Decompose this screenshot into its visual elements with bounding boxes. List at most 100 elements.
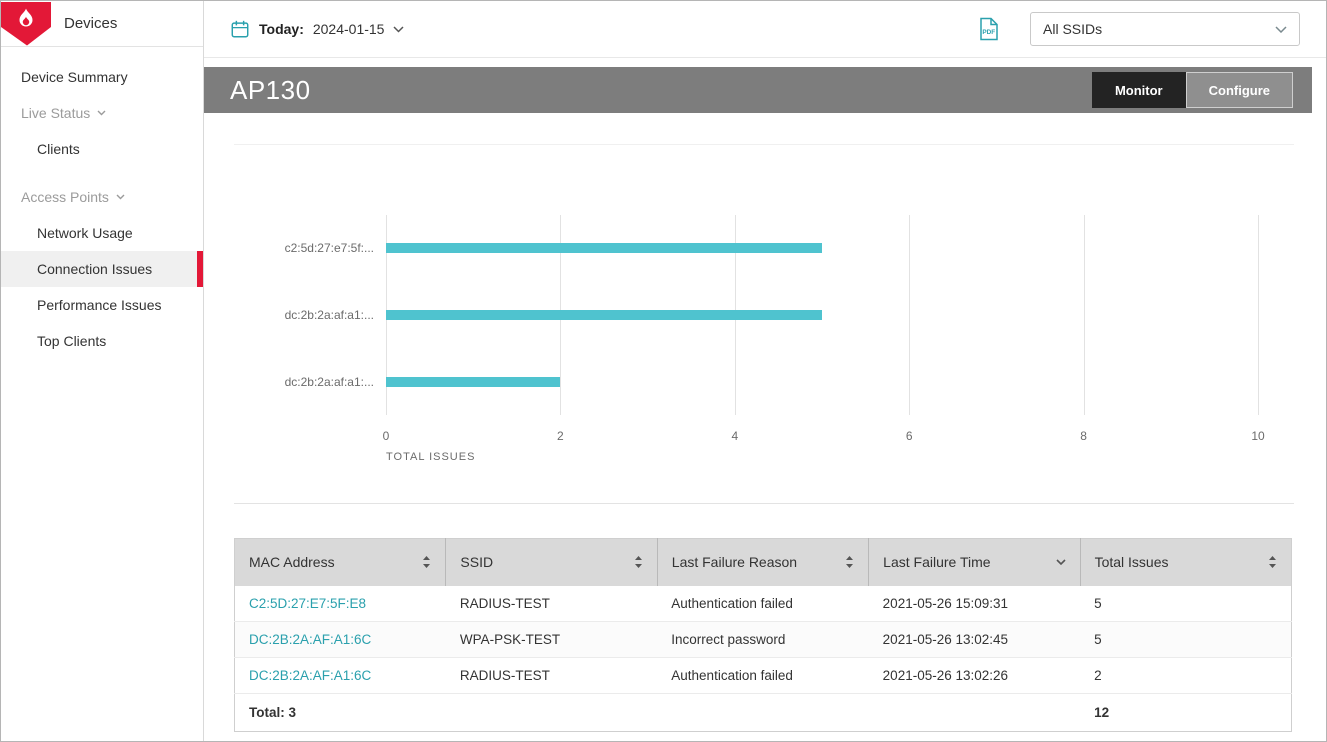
issues-sum-total: 12 bbox=[1080, 694, 1291, 732]
failure-time-cell: 2021-05-26 15:09:31 bbox=[869, 586, 1080, 622]
column-label: Last Failure Time bbox=[883, 554, 990, 570]
table-row: C2:5D:27:E7:5F:E8 RADIUS-TEST Authentica… bbox=[235, 586, 1292, 622]
table-footer-row: Total: 3 12 bbox=[235, 694, 1292, 732]
ssid-cell: RADIUS-TEST bbox=[446, 658, 657, 694]
column-label: SSID bbox=[460, 554, 493, 570]
chevron-down-icon bbox=[1275, 26, 1287, 33]
sidebar-item-top-clients[interactable]: Top Clients bbox=[1, 323, 203, 359]
brand-flame-logo bbox=[1, 2, 51, 46]
sidebar-item-label: Clients bbox=[37, 141, 80, 157]
table-header-row: MAC Address SSID Last Failure Reason bbox=[235, 539, 1292, 586]
chart-bars bbox=[386, 215, 1258, 415]
category-label: c2:5d:27:e7:5f:... bbox=[285, 241, 374, 255]
total-issues-cell: 5 bbox=[1080, 586, 1291, 622]
sidebar-section-live-status[interactable]: Live Status bbox=[1, 95, 203, 131]
x-axis-title: TOTAL ISSUES bbox=[386, 451, 1258, 463]
sidebar-section-label: Access Points bbox=[21, 187, 109, 207]
failure-reason-cell: Authentication failed bbox=[657, 586, 868, 622]
sidebar-item-label: Top Clients bbox=[37, 333, 106, 349]
chart-plot bbox=[386, 215, 1258, 415]
sidebar: Devices Device Summary Live Status Clien… bbox=[1, 1, 204, 741]
monitor-button[interactable]: Monitor bbox=[1092, 72, 1186, 108]
sidebar-menu: Device Summary Live Status Clients Acces… bbox=[1, 47, 203, 359]
sidebar-item-connection-issues[interactable]: Connection Issues bbox=[1, 251, 203, 287]
sidebar-section-label: Live Status bbox=[21, 103, 90, 123]
category-label: dc:2b:2a:af:a1:... bbox=[285, 308, 374, 322]
date-label: Today: bbox=[259, 21, 304, 37]
table-row: DC:2B:2A:AF:A1:6C RADIUS-TEST Authentica… bbox=[235, 658, 1292, 694]
sidebar-item-label: Connection Issues bbox=[37, 261, 152, 277]
x-tick: 6 bbox=[906, 429, 913, 443]
failure-time-cell: 2021-05-26 13:02:26 bbox=[869, 658, 1080, 694]
topbar-right: PDF All SSIDs bbox=[978, 12, 1300, 46]
date-value: 2024-01-15 bbox=[313, 21, 385, 37]
chevron-down-icon bbox=[97, 110, 106, 116]
sidebar-item-label: Performance Issues bbox=[37, 297, 162, 313]
category-label: dc:2b:2a:af:a1:... bbox=[285, 375, 374, 389]
x-tick: 4 bbox=[731, 429, 738, 443]
failure-reason-cell: Incorrect password bbox=[657, 622, 868, 658]
column-header-ssid[interactable]: SSID bbox=[446, 539, 657, 586]
sort-both-icon[interactable] bbox=[845, 556, 854, 568]
column-header-mac-address[interactable]: MAC Address bbox=[235, 539, 446, 586]
sidebar-title: Devices bbox=[64, 15, 117, 32]
pdf-export-icon[interactable]: PDF bbox=[978, 17, 1000, 41]
connection-issues-table: MAC Address SSID Last Failure Reason bbox=[234, 538, 1294, 732]
chart-bar[interactable] bbox=[386, 377, 560, 387]
sort-both-icon[interactable] bbox=[1268, 556, 1277, 568]
sort-both-icon[interactable] bbox=[634, 556, 643, 568]
failure-reason-cell: Authentication failed bbox=[657, 658, 868, 694]
mac-address-link[interactable]: DC:2B:2A:AF:A1:6C bbox=[249, 632, 371, 647]
x-axis-ticks: 0 2 4 6 8 10 bbox=[386, 415, 1258, 449]
mac-address-link[interactable]: DC:2B:2A:AF:A1:6C bbox=[249, 668, 371, 683]
ssid-filter-select[interactable]: All SSIDs bbox=[1030, 12, 1300, 46]
chevron-down-icon bbox=[116, 194, 125, 200]
column-header-last-failure-time[interactable]: Last Failure Time bbox=[869, 539, 1080, 586]
ssid-filter-value: All SSIDs bbox=[1043, 21, 1102, 37]
column-header-last-failure-reason[interactable]: Last Failure Reason bbox=[657, 539, 868, 586]
device-title: AP130 bbox=[230, 75, 311, 106]
sidebar-item-device-summary[interactable]: Device Summary bbox=[1, 59, 203, 95]
device-header: AP130 Monitor Configure bbox=[204, 67, 1312, 113]
sidebar-section-access-points[interactable]: Access Points bbox=[1, 179, 203, 215]
column-label: Last Failure Reason bbox=[672, 554, 797, 570]
x-tick: 10 bbox=[1251, 429, 1264, 443]
chevron-down-icon bbox=[393, 26, 404, 33]
svg-text:PDF: PDF bbox=[982, 29, 995, 36]
date-picker[interactable]: Today: 2024-01-15 bbox=[230, 19, 404, 39]
sidebar-item-clients[interactable]: Clients bbox=[1, 131, 203, 167]
sidebar-header: Devices bbox=[1, 1, 203, 47]
chart-bar[interactable] bbox=[386, 243, 822, 253]
gridline bbox=[1258, 215, 1259, 415]
x-tick: 8 bbox=[1080, 429, 1087, 443]
row-count-total: Total: 3 bbox=[235, 694, 446, 732]
total-issues-cell: 2 bbox=[1080, 658, 1291, 694]
chart-category-labels: c2:5d:27:e7:5f:... dc:2b:2a:af:a1:... dc… bbox=[234, 215, 386, 415]
ssid-cell: WPA-PSK-TEST bbox=[446, 622, 657, 658]
column-label: MAC Address bbox=[249, 554, 335, 570]
sidebar-item-label: Device Summary bbox=[21, 69, 128, 85]
mode-toggle: Monitor Configure bbox=[1092, 72, 1293, 108]
x-tick: 0 bbox=[383, 429, 390, 443]
sort-both-icon[interactable] bbox=[422, 556, 431, 568]
chart-bar[interactable] bbox=[386, 310, 822, 320]
total-issues-cell: 5 bbox=[1080, 622, 1291, 658]
sidebar-item-label: Network Usage bbox=[37, 225, 133, 241]
chart: c2:5d:27:e7:5f:... dc:2b:2a:af:a1:... dc… bbox=[234, 215, 1258, 463]
pdf-file-icon: PDF bbox=[978, 17, 1000, 41]
sidebar-item-network-usage[interactable]: Network Usage bbox=[1, 215, 203, 251]
column-header-total-issues[interactable]: Total Issues bbox=[1080, 539, 1291, 586]
mac-address-link[interactable]: C2:5D:27:E7:5F:E8 bbox=[249, 596, 366, 611]
x-tick: 2 bbox=[557, 429, 564, 443]
main-area: Today: 2024-01-15 PDF All SSIDs bbox=[204, 1, 1326, 741]
ssid-cell: RADIUS-TEST bbox=[446, 586, 657, 622]
sidebar-item-performance-issues[interactable]: Performance Issues bbox=[1, 287, 203, 323]
configure-button[interactable]: Configure bbox=[1186, 72, 1293, 108]
column-label: Total Issues bbox=[1095, 554, 1169, 570]
flame-icon bbox=[13, 7, 39, 33]
topbar: Today: 2024-01-15 PDF All SSIDs bbox=[204, 1, 1326, 58]
calendar-icon bbox=[230, 19, 250, 39]
connection-issues-chart: c2:5d:27:e7:5f:... dc:2b:2a:af:a1:... dc… bbox=[234, 144, 1294, 504]
app-root: Devices Device Summary Live Status Clien… bbox=[0, 0, 1327, 742]
sort-desc-icon[interactable] bbox=[1056, 559, 1066, 566]
